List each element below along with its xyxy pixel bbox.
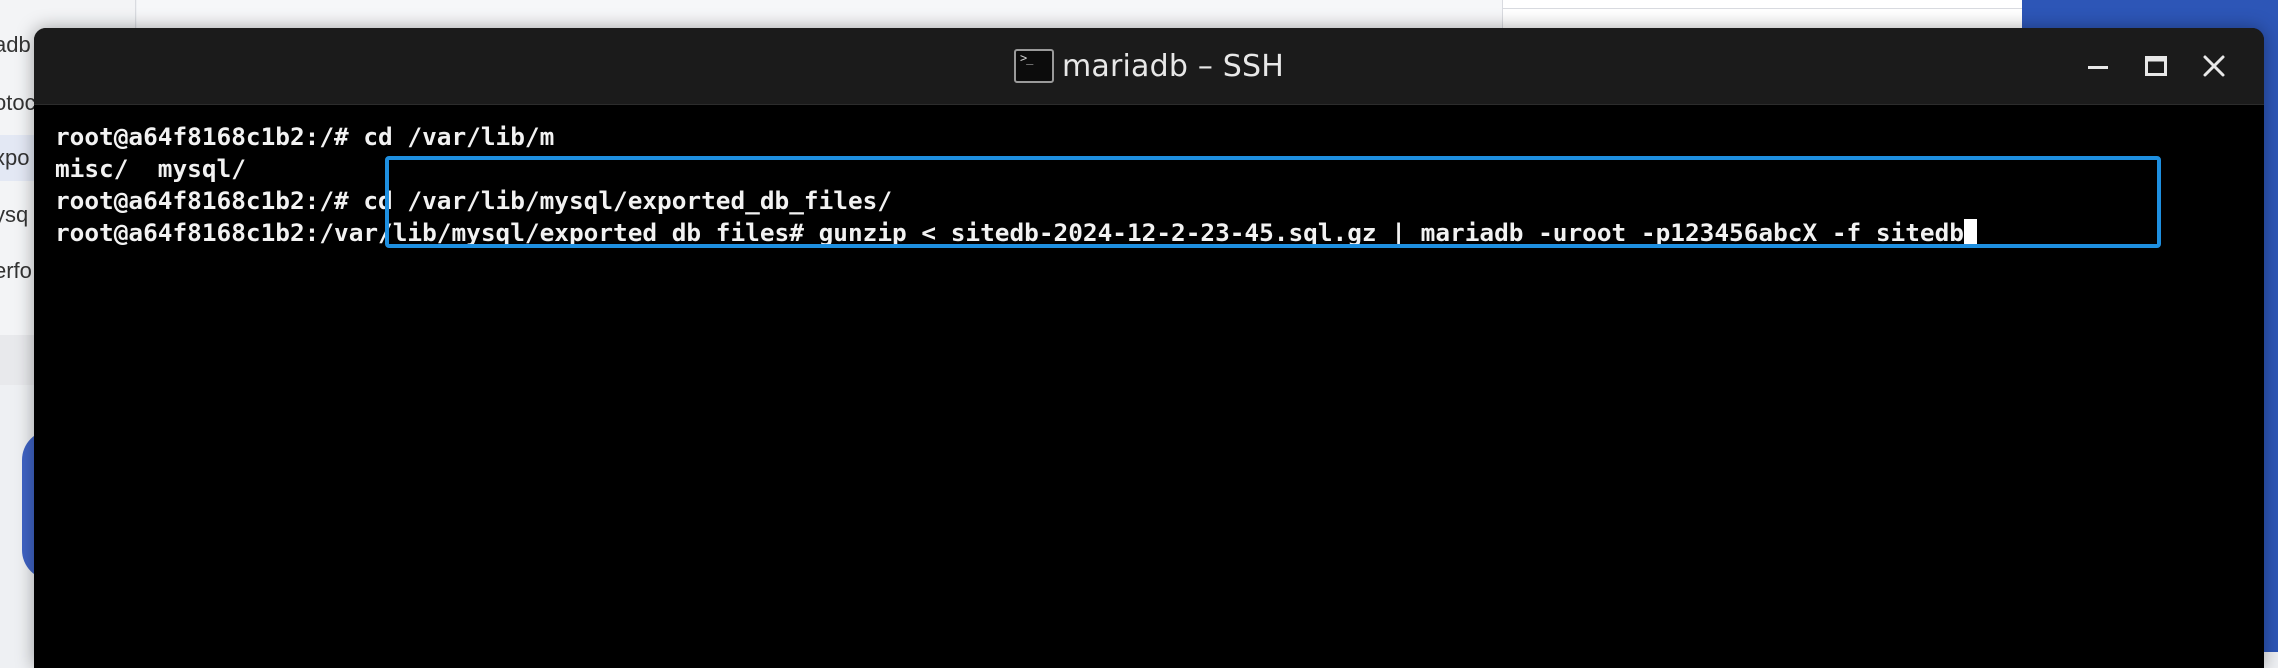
terminal-output[interactable]: root@a64f8168c1b2:/# cd /var/lib/m misc/…: [34, 105, 2264, 668]
terminal-current-line[interactable]: root@a64f8168c1b2:/var/lib/mysql/exporte…: [55, 217, 1977, 249]
minimize-icon[interactable]: [2084, 52, 2112, 80]
text-cursor: [1963, 219, 1977, 247]
close-icon[interactable]: [2200, 52, 2228, 80]
maximize-icon[interactable]: [2142, 52, 2170, 80]
background-right-panel: [1502, 0, 2023, 30]
terminal-icon: [1013, 49, 1054, 83]
ssh-terminal-window[interactable]: mariadb – SSH root@a64f8168c1b2:/# cd /v…: [34, 28, 2264, 668]
window-titlebar[interactable]: mariadb – SSH: [34, 28, 2264, 105]
window-title: mariadb – SSH: [1061, 48, 1285, 84]
terminal-line: misc/ mysql/: [55, 154, 246, 183]
window-title-group: mariadb – SSH: [34, 28, 2264, 104]
window-controls: [2084, 28, 2228, 104]
terminal-command-text: root@a64f8168c1b2:/var/lib/mysql/exporte…: [55, 218, 1964, 247]
background-app-content: [137, 0, 1502, 30]
terminal-line: root@a64f8168c1b2:/# cd /var/lib/m: [55, 122, 555, 151]
terminal-line: root@a64f8168c1b2:/# cd /var/lib/mysql/e…: [55, 186, 893, 215]
